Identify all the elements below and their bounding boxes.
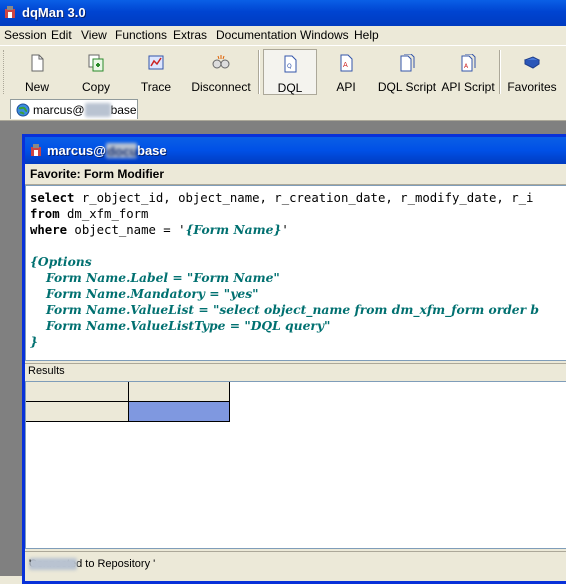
options-close: } — [30, 334, 38, 349]
where-close-quote: ' — [281, 223, 289, 237]
option-value-list-type: Form Name.ValueListType = "DQL query" — [46, 318, 331, 333]
new-label: New — [24, 80, 49, 94]
grid-row-header[interactable] — [26, 402, 129, 422]
toolbar-separator — [258, 50, 260, 94]
favorites-book-icon — [523, 56, 541, 69]
api-button[interactable]: A API — [322, 49, 370, 95]
grid-corner-cell[interactable] — [26, 382, 129, 402]
api-document-icon: A — [340, 54, 353, 72]
session-window-title-bar[interactable]: marcus@docubase — [25, 137, 566, 164]
results-header: Results — [25, 363, 566, 382]
results-label: Results — [28, 365, 65, 377]
dql-label: DQL — [277, 81, 303, 95]
trace-icon — [148, 55, 164, 70]
select-columns: r_object_id, object_name, r_creation_dat… — [74, 191, 534, 205]
dql-script-button[interactable]: DQL Script — [376, 49, 438, 95]
dql-button[interactable]: Q DQL — [263, 49, 317, 95]
svg-text:A: A — [343, 61, 348, 69]
status-suffix: ' — [29, 558, 32, 570]
api-script-icon: A — [461, 54, 476, 72]
session-window-title: marcus@docubase — [47, 143, 167, 158]
favorites-label: Favorites — [507, 80, 557, 94]
menu-documentation[interactable]: Documentation — [216, 28, 297, 42]
toolbar-grip[interactable] — [3, 50, 7, 94]
trace-button[interactable]: Trace — [130, 49, 182, 95]
query-line-2: from dm_xfm_form — [30, 206, 148, 222]
trace-label: Trace — [140, 80, 172, 94]
options-open: {Options — [30, 254, 92, 269]
copy-button[interactable]: Copy — [68, 49, 124, 95]
option-label: Form Name.Label = "Form Name" — [46, 270, 280, 285]
window-redacted: docu — [105, 143, 137, 158]
session-tab-bar: marcus@docubase — [0, 98, 566, 121]
app-title-bar: dqMan 3.0 — [0, 0, 566, 26]
api-label: API — [336, 80, 356, 94]
grid-column-header[interactable] — [129, 382, 230, 402]
disconnect-label: Disconnect — [191, 80, 251, 94]
favorites-button[interactable]: Favorites — [504, 49, 560, 95]
toolbar: New Copy Trace Disconnect Q DQL A API DQ… — [0, 45, 566, 99]
session-tab-redacted: docu — [84, 103, 111, 117]
session-window: marcus@docubase Favorite: Form Modifier … — [22, 134, 566, 584]
disconnect-icon — [212, 55, 230, 69]
keyword-select: select — [30, 191, 75, 205]
menu-extras[interactable]: Extras — [173, 28, 207, 42]
session-tab[interactable]: marcus@docubase — [10, 99, 138, 119]
menu-functions[interactable]: Functions — [115, 28, 167, 42]
query-line-1: select r_object_id, object_name, r_creat… — [30, 190, 533, 206]
form-name-parameter: {Form Name} — [185, 222, 282, 237]
api-script-button[interactable]: A API Script — [440, 49, 496, 95]
option-mandatory: Form Name.Mandatory = "yes" — [46, 286, 259, 301]
menu-bar: Session Edit View Functions Extras Docum… — [0, 26, 566, 45]
where-clause: object_name = ' — [67, 223, 186, 237]
favorite-title: Favorite: Form Modifier — [30, 167, 165, 181]
status-repository-redacted: docubase — [29, 558, 77, 570]
from-table: dm_xfm_form — [59, 207, 149, 221]
new-button[interactable]: New — [12, 49, 62, 95]
menu-session[interactable]: Session — [4, 28, 47, 42]
dql-document-icon: Q — [284, 55, 297, 73]
menu-edit[interactable]: Edit — [51, 28, 72, 42]
dql-script-icon — [400, 54, 415, 72]
svg-text:Q: Q — [287, 63, 292, 70]
menu-help[interactable]: Help — [354, 28, 379, 42]
session-tab-user: marcus@ — [33, 103, 85, 117]
option-value-list: Form Name.ValueList = "select object_nam… — [46, 302, 539, 317]
globe-icon — [16, 103, 30, 117]
menu-view[interactable]: View — [81, 28, 107, 42]
session-tab-suffix: base — [110, 103, 137, 117]
app-title: dqMan 3.0 — [22, 5, 86, 20]
favorite-header: Favorite: Form Modifier — [25, 164, 566, 185]
copy-icon — [88, 54, 104, 72]
dql-script-label: DQL Script — [377, 80, 437, 94]
query-editor[interactable]: select r_object_id, object_name, r_creat… — [25, 185, 566, 361]
menu-windows[interactable]: Windows — [300, 28, 349, 42]
app-logo-icon — [5, 6, 15, 18]
query-line-3: where object_name = '{Form Name}' — [30, 222, 289, 238]
new-document-icon — [31, 54, 44, 72]
window-suffix: base — [137, 143, 167, 158]
toolbar-separator — [499, 50, 501, 94]
window-user: marcus@ — [47, 143, 106, 158]
results-grid[interactable] — [25, 381, 566, 549]
keyword-from: from — [30, 207, 60, 221]
copy-label: Copy — [81, 80, 110, 94]
status-bar: Connected to Repository 'docubase' — [25, 551, 566, 572]
app-logo-icon — [31, 144, 41, 156]
session-tab-label: marcus@docubase — [33, 103, 137, 117]
keyword-where: where — [30, 223, 68, 237]
grid-selected-cell[interactable] — [129, 402, 230, 422]
disconnect-button[interactable]: Disconnect — [188, 49, 254, 95]
api-script-label: API Script — [441, 80, 495, 94]
